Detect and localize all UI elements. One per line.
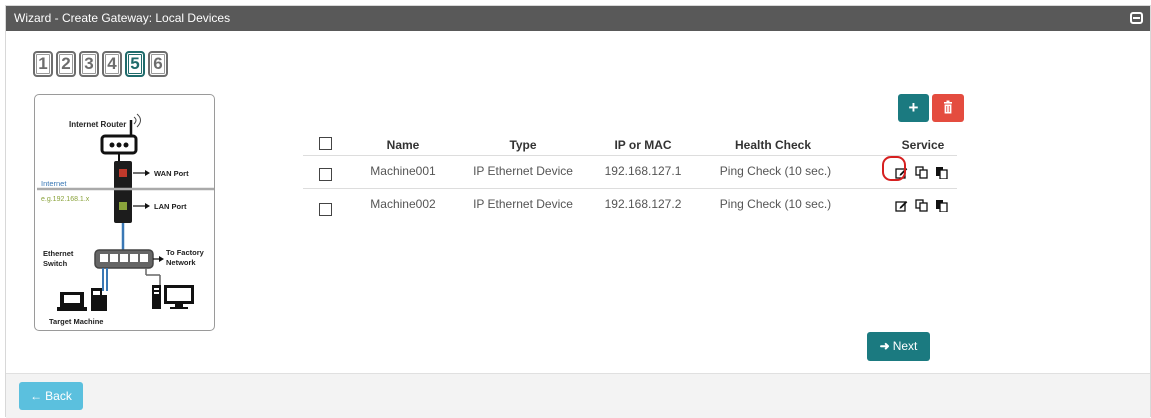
- window-title: Wizard - Create Gateway: Local Devices: [14, 11, 231, 25]
- header-service: Service: [901, 138, 945, 152]
- step-5-active[interactable]: 5: [125, 51, 145, 77]
- copy-icon[interactable]: [915, 199, 928, 212]
- switch-label-1: Ethernet: [43, 249, 74, 258]
- step-6[interactable]: 6: [148, 51, 168, 77]
- table-row[interactable]: Machine002 IP Ethernet Device 192.168.12…: [303, 188, 957, 221]
- wan-port-label: WAN Port: [154, 169, 189, 178]
- paste-icon[interactable]: [935, 199, 948, 212]
- wizard-steps: 1 2 3 4 5 6: [33, 51, 168, 77]
- copy-icon[interactable]: [915, 166, 928, 179]
- arrow-left-icon: ←: [30, 389, 43, 403]
- step-3[interactable]: 3: [79, 51, 99, 77]
- back-label: Back: [45, 389, 72, 403]
- internet-label: Internet: [41, 179, 67, 188]
- paste-icon[interactable]: [935, 166, 948, 179]
- device-health-check: Ping Check (10 sec.): [719, 197, 832, 211]
- wizard-window: Wizard - Create Gateway: Local Devices 1…: [5, 5, 1151, 418]
- delete-device-button[interactable]: [932, 94, 964, 122]
- target-machine-icon: [57, 288, 107, 311]
- target-machine-label: Target Machine: [49, 317, 103, 326]
- devices-table: Name Type IP or MAC Health Check Service…: [303, 133, 957, 221]
- title-bar: Wizard - Create Gateway: Local Devices: [6, 6, 1150, 31]
- wizard-footer: ← Back: [6, 373, 1150, 418]
- computer-icon: [152, 285, 194, 309]
- row-checkbox[interactable]: [319, 203, 332, 216]
- header-name: Name: [386, 138, 420, 152]
- device-ip: 192.168.127.2: [604, 197, 682, 211]
- network-diagram: Internet Router WAN Port LAN Port Intern…: [34, 94, 215, 331]
- step-1[interactable]: 1: [33, 51, 53, 77]
- trash-icon: [944, 100, 952, 114]
- row-checkbox[interactable]: [319, 168, 332, 181]
- table-header: Name Type IP or MAC Health Check Service: [303, 133, 957, 155]
- device-type: IP Ethernet Device: [473, 197, 573, 211]
- plus-icon: +: [908, 98, 919, 117]
- collapse-icon[interactable]: [1130, 12, 1143, 24]
- step-4[interactable]: 4: [102, 51, 122, 77]
- header-health: Health Check: [734, 138, 812, 152]
- ip-example-label: e.g.192.168.1.x: [41, 196, 90, 203]
- table-row[interactable]: Machine001 IP Ethernet Device 192.168.12…: [303, 155, 957, 188]
- factory-label-2: Network: [166, 258, 196, 267]
- router-label: Internet Router: [69, 120, 126, 129]
- factory-label-1: To Factory: [166, 248, 205, 257]
- next-label: Next: [892, 339, 918, 353]
- edit-icon[interactable]: [895, 199, 908, 212]
- add-device-button[interactable]: +: [898, 94, 929, 122]
- next-button[interactable]: ➜ Next: [867, 332, 930, 361]
- device-name: Machine001: [370, 164, 436, 178]
- back-button[interactable]: ← Back: [19, 382, 83, 410]
- device-health-check: Ping Check (10 sec.): [719, 164, 832, 178]
- edit-highlight-circle: [882, 156, 906, 181]
- header-type: Type: [509, 138, 537, 152]
- device-name: Machine002: [370, 197, 436, 211]
- network-diagram-graphic: Internet Router WAN Port LAN Port Intern…: [37, 113, 214, 326]
- step-2[interactable]: 2: [56, 51, 76, 77]
- device-ip: 192.168.127.1: [604, 164, 682, 178]
- select-all-checkbox[interactable]: [319, 137, 332, 150]
- lan-port-label: LAN Port: [154, 202, 187, 211]
- switch-label-2: Switch: [43, 259, 68, 268]
- device-type: IP Ethernet Device: [473, 164, 573, 178]
- arrow-right-icon: ➜: [879, 339, 890, 353]
- header-ip: IP or MAC: [614, 138, 672, 152]
